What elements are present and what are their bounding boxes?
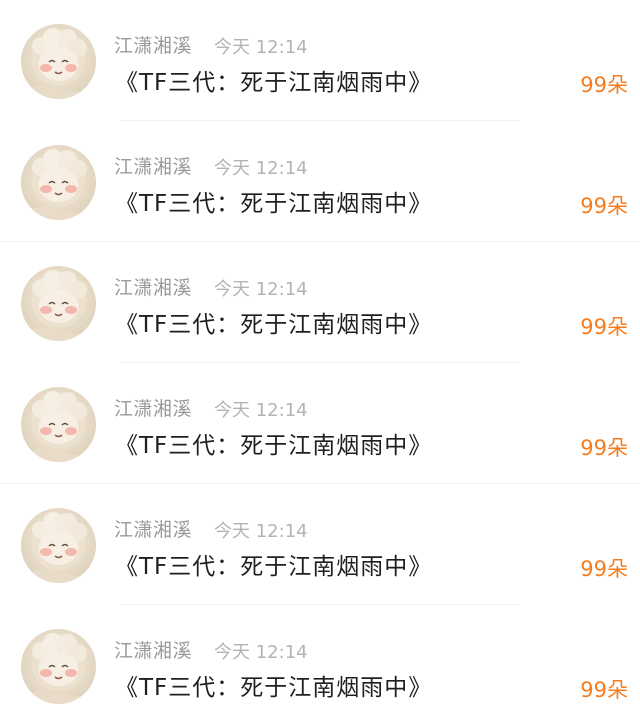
message-content[interactable]: 《TF三代：死于江南烟雨中》 [115,305,432,339]
list-item[interactable]: 江潇湘溪 今天 12:14 《TF三代：死于江南烟雨中》 99朵 [0,363,640,484]
author-name[interactable]: 江潇湘溪 [114,31,192,58]
message-content[interactable]: 《TF三代：死于江南烟雨中》 [115,668,432,702]
list-item[interactable]: 江潇湘溪 今天 12:14 《TF三代：死于江南烟雨中》 99朵 [0,0,640,121]
sheep-avatar-icon[interactable] [21,508,96,583]
author-name[interactable]: 江潇湘溪 [114,394,192,421]
message-content[interactable]: 《TF三代：死于江南烟雨中》 [115,426,432,460]
message-content[interactable]: 《TF三代：死于江南烟雨中》 [115,63,432,97]
timestamp: 今天 12:14 [214,642,308,663]
timestamp: 今天 12:14 [214,158,308,179]
flower-count: 99朵 [580,678,628,702]
author-name[interactable]: 江潇湘溪 [114,152,192,179]
sheep-avatar-icon[interactable] [21,629,96,704]
message-content[interactable]: 《TF三代：死于江南烟雨中》 [115,184,432,218]
author-name[interactable]: 江潇湘溪 [114,273,192,300]
flower-count: 99朵 [580,315,628,339]
flower-count: 99朵 [580,73,628,97]
list-item[interactable]: 江潇湘溪 今天 12:14 《TF三代：死于江南烟雨中》 99朵 [0,484,640,605]
list-item[interactable]: 江潇湘溪 今天 12:14 《TF三代：死于江南烟雨中》 99朵 [0,121,640,242]
sheep-avatar-icon[interactable] [21,266,96,341]
message-list: 江潇湘溪 今天 12:14 《TF三代：死于江南烟雨中》 99朵 江潇湘溪 今天… [0,0,640,726]
sheep-avatar-icon[interactable] [21,24,96,99]
timestamp: 今天 12:14 [214,521,308,542]
author-name[interactable]: 江潇湘溪 [114,515,192,542]
timestamp: 今天 12:14 [214,400,308,421]
list-item[interactable]: 江潇湘溪 今天 12:14 《TF三代：死于江南烟雨中》 99朵 [0,242,640,363]
flower-count: 99朵 [580,194,628,218]
timestamp: 今天 12:14 [214,37,308,58]
flower-count: 99朵 [580,557,628,581]
sheep-avatar-icon[interactable] [21,145,96,220]
author-name[interactable]: 江潇湘溪 [114,636,192,663]
timestamp: 今天 12:14 [214,279,308,300]
flower-count: 99朵 [580,436,628,460]
message-content[interactable]: 《TF三代：死于江南烟雨中》 [115,547,432,581]
sheep-avatar-icon[interactable] [21,387,96,462]
list-item[interactable]: 江潇湘溪 今天 12:14 《TF三代：死于江南烟雨中》 99朵 [0,605,640,726]
